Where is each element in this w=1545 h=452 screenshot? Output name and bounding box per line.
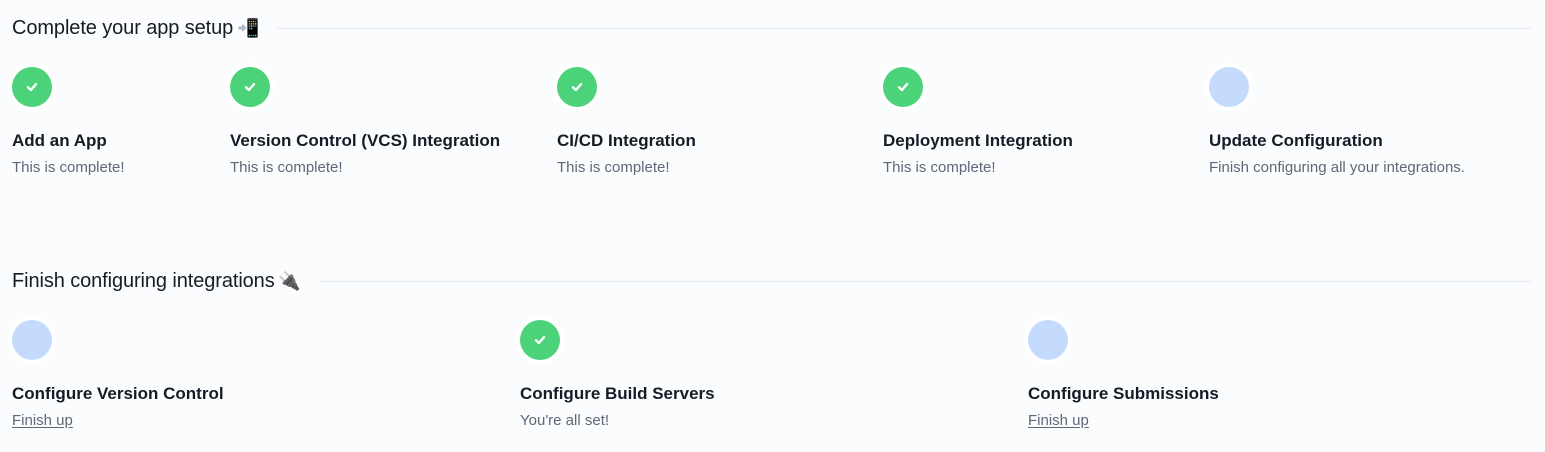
checkmark-icon (25, 80, 39, 94)
step-description: Finish configuring all your integrations… (1209, 159, 1465, 176)
section-header: Complete your app setup 📲 (12, 14, 1531, 42)
step-description: This is complete! (883, 159, 996, 176)
integrations-section: Finish configuring integrations 🔌 Config… (12, 267, 1531, 440)
step-title: Update Configuration (1209, 131, 1383, 150)
step-title: Configure Submissions (1028, 384, 1219, 403)
step-description: This is complete! (12, 159, 125, 176)
step-add-an-app: Add an App This is complete! (12, 67, 125, 176)
mobile-phone-arrow-icon: 📲 (236, 17, 260, 38)
section-title: Complete your app setup (12, 16, 234, 39)
step-cicd-integration: CI/CD Integration This is complete! (557, 67, 696, 176)
status-complete-icon (883, 67, 923, 107)
step-title: CI/CD Integration (557, 131, 696, 150)
app-setup-section: Complete your app setup 📲 Add an App Thi… (12, 14, 1531, 187)
step-description: You're all set! (520, 412, 610, 429)
integration-steps: Configure Version Control Finish up Conf… (12, 320, 1531, 440)
step-description: This is complete! (557, 159, 670, 176)
step-configure-version-control: Configure Version Control Finish up (12, 320, 224, 430)
status-complete-icon (520, 320, 560, 360)
section-title: Finish configuring integrations (12, 269, 275, 292)
step-title: Deployment Integration (883, 131, 1073, 150)
setup-steps: Add an App This is complete! Version Con… (12, 67, 1531, 187)
status-complete-icon (557, 67, 597, 107)
step-configure-build-servers: Configure Build Servers You're all set! (520, 320, 715, 429)
checkmark-icon (243, 80, 257, 94)
status-complete-icon (12, 67, 52, 107)
finish-up-link[interactable]: Finish up (1028, 412, 1089, 429)
plug-icon: 🔌 (278, 270, 301, 291)
step-configure-submissions: Configure Submissions Finish up (1028, 320, 1219, 430)
step-title: Configure Build Servers (520, 384, 715, 403)
step-title: Configure Version Control (12, 384, 224, 403)
step-title: Version Control (VCS) Integration (230, 131, 501, 150)
step-description: This is complete! (230, 159, 343, 176)
divider (318, 280, 1531, 282)
step-update-configuration: Update Configuration Finish configuring … (1209, 67, 1465, 176)
status-pending-icon (12, 320, 52, 360)
finish-up-link[interactable]: Finish up (12, 412, 73, 429)
section-header: Finish configuring integrations 🔌 (12, 267, 1531, 295)
step-vcs-integration: Version Control (VCS) Integration This i… (230, 67, 500, 176)
step-title: Add an App (12, 131, 107, 150)
step-deployment-integration: Deployment Integration This is complete! (883, 67, 1073, 176)
divider (277, 27, 1531, 29)
checkmark-icon (570, 80, 584, 94)
checkmark-icon (533, 333, 547, 347)
status-pending-icon (1209, 67, 1249, 107)
status-pending-icon (1028, 320, 1068, 360)
status-complete-icon (230, 67, 270, 107)
checkmark-icon (896, 80, 910, 94)
